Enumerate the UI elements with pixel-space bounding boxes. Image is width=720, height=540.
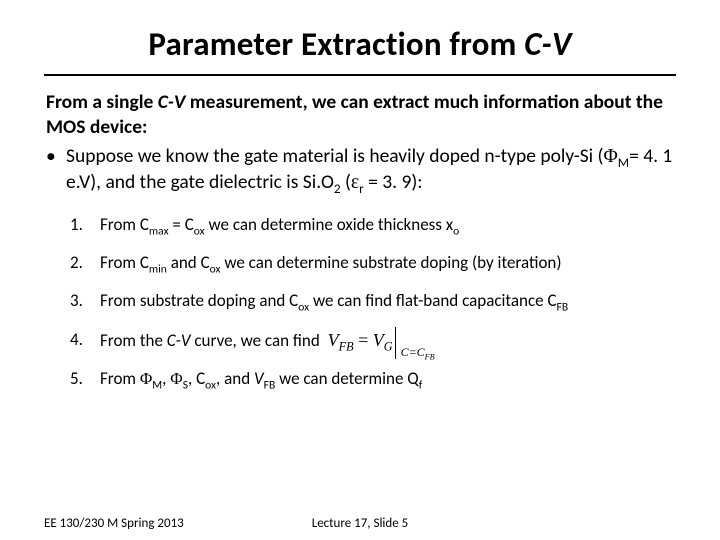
sub-ox: ox — [298, 301, 309, 315]
list-item: 5. From ΦM, ΦS, Cox, and VFB we can dete… — [70, 368, 676, 389]
phi-symbol: Φ — [603, 146, 617, 167]
sub-f: f — [419, 378, 423, 392]
cv-italic: C-V — [167, 330, 191, 351]
t: From C — [100, 252, 149, 273]
eq-eq: = — [354, 330, 373, 350]
phi-symbol: Φ — [170, 369, 182, 388]
t: , C — [188, 368, 205, 389]
bullet-item: • Suppose we know the gate material is h… — [44, 144, 676, 196]
eq-rhs: V — [373, 330, 384, 350]
item-number: 4. — [70, 329, 100, 352]
v-italic: V — [254, 368, 264, 389]
item-body: From ΦM, ΦS, Cox, and VFB we can determi… — [100, 368, 676, 389]
lead-cv: C-V — [158, 90, 186, 114]
item-body: From Cmin and Cox we can determine subst… — [100, 252, 676, 273]
t: we can determine oxide thickness x — [205, 214, 454, 235]
sub-m: M — [152, 378, 162, 392]
title-rule — [44, 74, 676, 76]
t: = C — [169, 214, 194, 235]
item-body: From Cmax = Cox we can determine oxide t… — [100, 214, 676, 235]
eq-rhs-sub: G — [384, 339, 393, 353]
eps-symbol: ε — [351, 172, 359, 193]
sub-ox: ox — [205, 378, 216, 392]
t: From — [100, 368, 140, 389]
t: we can find flat-band capacitance C — [309, 290, 556, 311]
eq-lhs-sub: FB — [339, 339, 354, 353]
b1d: = 3. 9): — [364, 170, 423, 194]
phi-m-sub: M — [618, 154, 629, 171]
item-body: From the C-V curve, we can find VFB = VG… — [100, 329, 676, 352]
t: From substrate doping and C — [100, 290, 298, 311]
sub-min: min — [149, 262, 167, 276]
sio2-sub: 2 — [334, 180, 341, 197]
list-item: 4. From the C-V curve, we can find VFB =… — [70, 329, 676, 352]
phi-symbol: Φ — [140, 369, 152, 388]
sub-fb: FB — [264, 378, 276, 392]
bullet-marker: • — [44, 144, 66, 196]
lead-sentence: From a single C-V measurement, we can ex… — [46, 90, 676, 140]
t: curve, we can find — [191, 330, 320, 351]
bullet-list: • Suppose we know the gate material is h… — [44, 144, 676, 196]
eq-cond: C=CFB — [401, 345, 435, 359]
sub-fb: FB — [557, 301, 569, 315]
item-body: From substrate doping and Cox we can fin… — [100, 290, 676, 311]
item-number: 1. — [70, 214, 100, 235]
t: From C — [100, 214, 149, 235]
item-number: 3. — [70, 290, 100, 311]
b1c: ( — [341, 170, 351, 194]
footer-center: Lecture 17, Slide 5 — [44, 516, 676, 531]
slide: Parameter Extraction from C-V From a sin… — [0, 0, 720, 540]
list-item: 1. From Cmax = Cox we can determine oxid… — [70, 214, 676, 235]
sub-max: max — [149, 224, 169, 238]
cond-a: C=C — [401, 345, 425, 359]
cond-sub: FB — [425, 352, 435, 361]
sub-ox: ox — [210, 262, 221, 276]
t: we can determine substrate doping (by it… — [221, 252, 562, 273]
eq-bar: C=CFB — [395, 329, 433, 352]
t: , and — [216, 368, 254, 389]
t: From the — [100, 330, 167, 351]
sub-o: o — [453, 224, 459, 238]
title-text: Parameter Extraction from — [148, 24, 524, 64]
numbered-list: 1. From Cmax = Cox we can determine oxid… — [70, 214, 676, 390]
title-cv: C-V — [524, 24, 571, 64]
list-item: 3. From substrate doping and Cox we can … — [70, 290, 676, 311]
b1a: Suppose we know the gate material is hea… — [66, 144, 603, 168]
item-number: 5. — [70, 368, 100, 389]
t: we can determine Q — [275, 368, 418, 389]
equation-vfb: VFB = VGC=CFB — [328, 329, 433, 352]
lead-a: From a single — [46, 90, 158, 114]
t: and C — [167, 252, 210, 273]
eq-lhs: V — [328, 330, 339, 350]
slide-title: Parameter Extraction from C-V — [44, 24, 676, 64]
bullet-text: Suppose we know the gate material is hea… — [66, 144, 676, 196]
item-number: 2. — [70, 252, 100, 273]
list-item: 2. From Cmin and Cox we can determine su… — [70, 252, 676, 273]
sub-ox: ox — [194, 224, 205, 238]
